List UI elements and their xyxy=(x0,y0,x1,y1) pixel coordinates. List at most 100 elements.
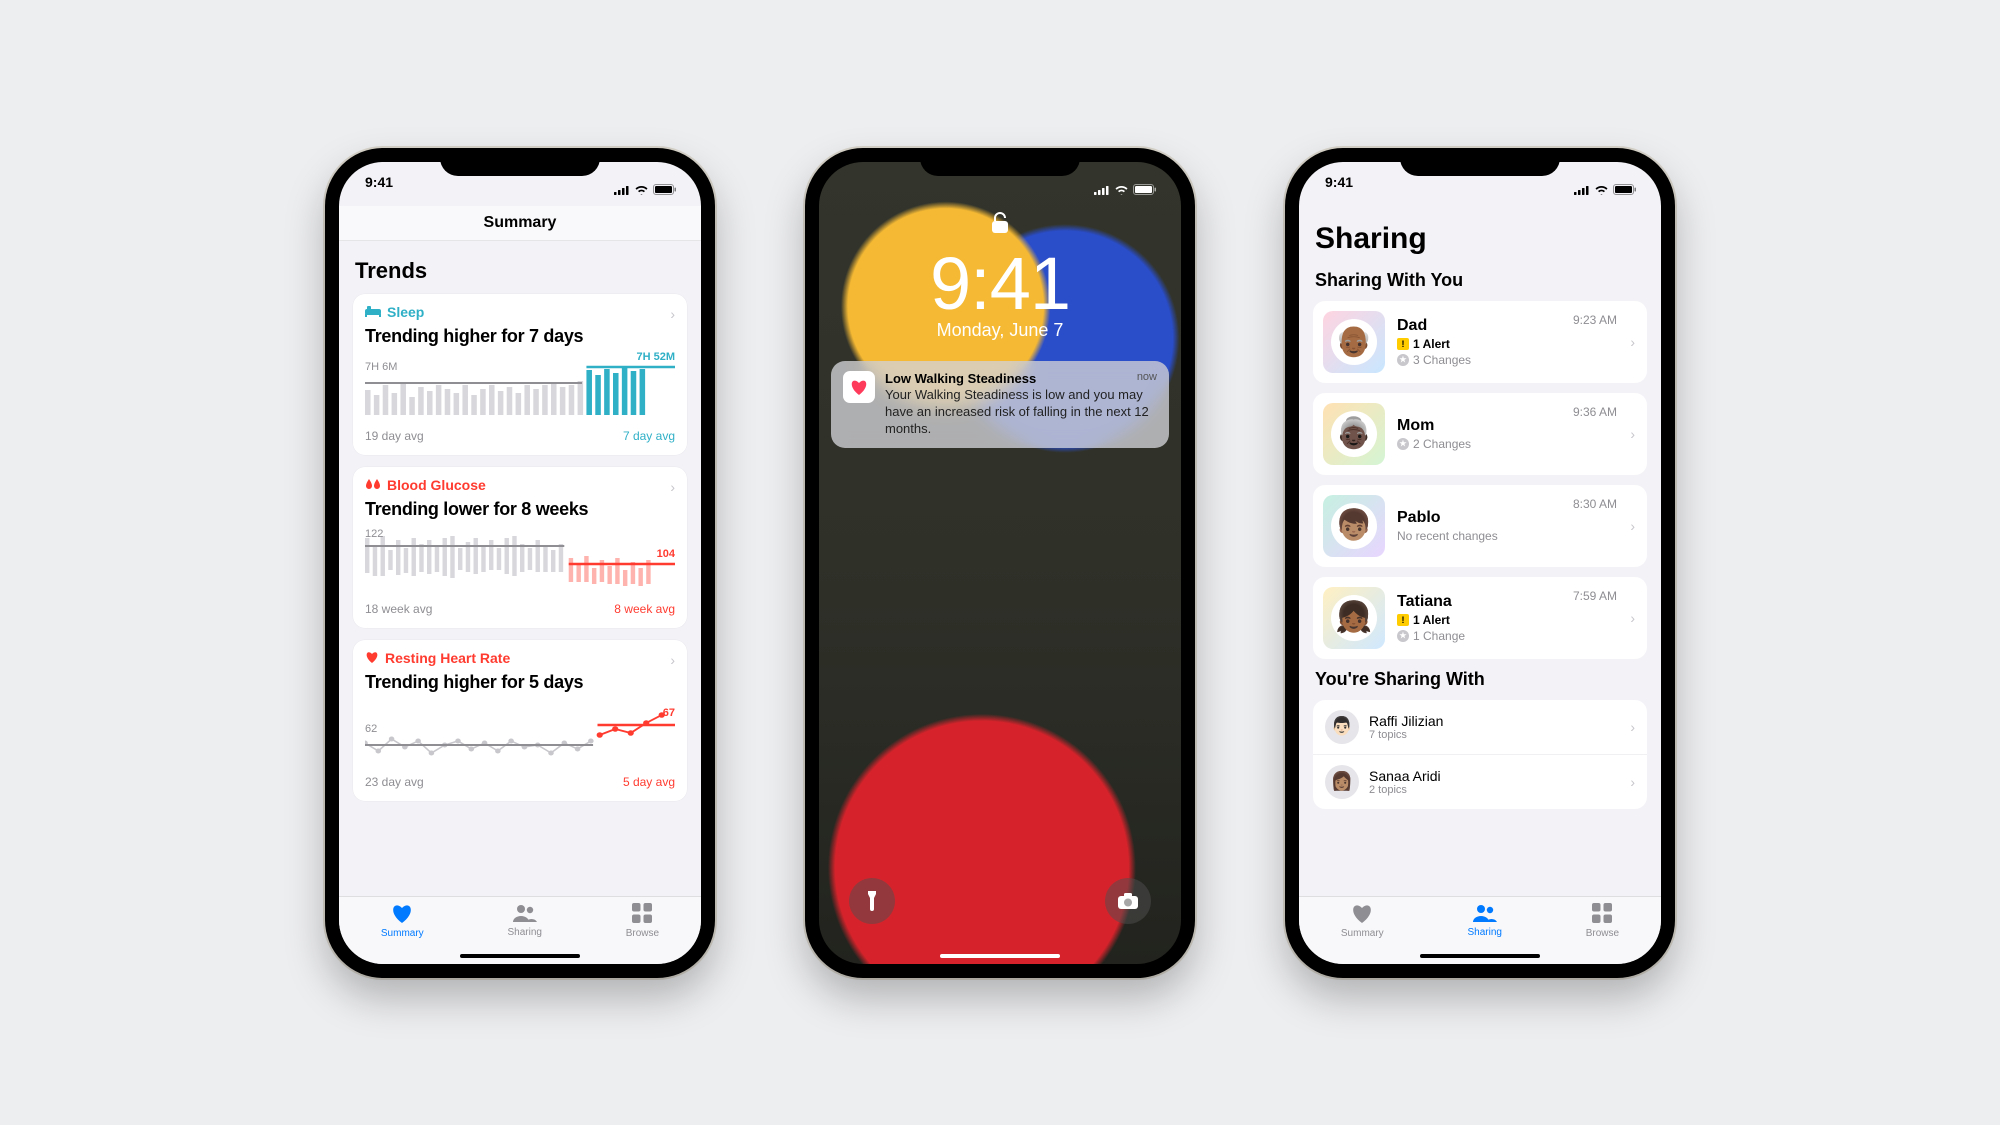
people-icon xyxy=(1472,904,1498,925)
right-avg-label: 7 day avg xyxy=(623,429,675,443)
person-info: Raffi Jilizian 7 topics xyxy=(1369,713,1443,741)
left-value: 122 xyxy=(365,528,383,540)
person-info: Tatiana !1 Alert★1 Change xyxy=(1397,593,1465,643)
person-time: 7:59 AM xyxy=(1573,589,1617,603)
chevron-right-icon: › xyxy=(1630,426,1635,442)
chevron-right-icon: › xyxy=(1630,334,1635,350)
wifi-icon xyxy=(1114,182,1129,198)
lock-date: Monday, June 7 xyxy=(819,320,1181,341)
blood-glucose-icon xyxy=(365,477,381,493)
status-indicators xyxy=(1574,174,1637,206)
notification-card[interactable]: Low Walking Steadiness Your Walking Stea… xyxy=(831,361,1169,449)
tab-label: Summary xyxy=(381,928,424,939)
health-app-icon xyxy=(843,371,875,403)
wifi-icon xyxy=(634,182,649,198)
summary-content: Trends Sleep › Trending higher for 7 day… xyxy=(339,242,701,896)
person-info: Mom ★2 Changes xyxy=(1397,417,1471,451)
glucose-chart: 122 104 xyxy=(365,528,675,598)
person-info: Sanaa Aridi 2 topics xyxy=(1369,768,1441,796)
tab-label: Summary xyxy=(1341,928,1384,939)
left-avg-label: 19 day avg xyxy=(365,429,424,443)
heart-fill-icon xyxy=(1351,903,1373,926)
grid-icon xyxy=(632,903,652,926)
tab-sharing[interactable]: Sharing xyxy=(507,904,541,938)
avatar: 👧🏾 xyxy=(1323,587,1385,649)
camera-button[interactable] xyxy=(1105,878,1151,924)
cellular-icon xyxy=(614,182,630,198)
person-name: Mom xyxy=(1397,417,1471,435)
cellular-icon xyxy=(1094,182,1110,198)
person-info: Dad !1 Alert★3 Changes xyxy=(1397,317,1471,367)
sharing-content: Sharing Sharing With You 👴🏾 Dad !1 Alert… xyxy=(1299,206,1661,896)
wifi-icon xyxy=(1594,182,1609,198)
notch xyxy=(1400,148,1560,176)
trend-card-sleep[interactable]: Sleep › Trending higher for 7 days 7H 6M… xyxy=(353,294,687,455)
alert-icon: ! xyxy=(1397,338,1409,350)
avatar: 👵🏿 xyxy=(1323,403,1385,465)
tab-sharing[interactable]: Sharing xyxy=(1467,904,1501,938)
grid-icon xyxy=(1592,903,1612,926)
heart-chart: 62 67 xyxy=(365,701,675,771)
sharing-person-card[interactable]: 👴🏾 Dad !1 Alert★3 Changes 9:23 AM › xyxy=(1313,301,1647,383)
page-title: Sharing xyxy=(1315,222,1647,256)
avatar: 👨🏻 xyxy=(1325,710,1359,744)
status-time: 9:41 xyxy=(365,174,393,206)
person-name: Dad xyxy=(1397,317,1471,335)
home-indicator[interactable] xyxy=(1420,954,1540,958)
notification-body: Low Walking Steadiness Your Walking Stea… xyxy=(885,371,1157,439)
right-avg-label: 8 week avg xyxy=(614,602,675,616)
status-indicators xyxy=(614,174,677,206)
flashlight-button[interactable] xyxy=(849,878,895,924)
sharing-person-card[interactable]: 👵🏿 Mom ★2 Changes 9:36 AM › xyxy=(1313,393,1647,475)
left-value: 62 xyxy=(365,723,377,735)
person-info: Pablo No recent changes xyxy=(1397,509,1498,543)
section-youre-sharing-with: You're Sharing With xyxy=(1315,669,1647,690)
trend-title: Trending higher for 5 days xyxy=(365,672,675,693)
phone-lockscreen: 9:41 Monday, June 7 Low Walking Steadine… xyxy=(805,148,1195,978)
avatar: 👴🏾 xyxy=(1323,311,1385,373)
phone-sharing: 9:41 Sharing Sharing With You 👴🏾 Dad !1 … xyxy=(1285,148,1675,978)
sleep-icon xyxy=(365,304,381,320)
tab-summary[interactable]: Summary xyxy=(381,903,424,939)
status-time: 9:41 xyxy=(1325,174,1353,206)
battery-icon xyxy=(1613,182,1637,198)
heart-icon xyxy=(365,650,379,666)
person-name: Sanaa Aridi xyxy=(1369,768,1441,784)
sleep-chart: 7H 6M 7H 52M xyxy=(365,355,675,425)
tab-summary[interactable]: Summary xyxy=(1341,903,1384,939)
tab-browse[interactable]: Browse xyxy=(626,903,659,939)
outgoing-row[interactable]: 👩🏽 Sanaa Aridi 2 topics › xyxy=(1313,755,1647,809)
left-value: 7H 6M xyxy=(365,361,397,373)
person-name: Raffi Jilizian xyxy=(1369,713,1443,729)
avatar: 👦🏽 xyxy=(1323,495,1385,557)
right-value: 7H 52M xyxy=(636,351,675,363)
screen-sharing: 9:41 Sharing Sharing With You 👴🏾 Dad !1 … xyxy=(1299,162,1661,964)
change-icon: ★ xyxy=(1397,354,1409,366)
chevron-right-icon: › xyxy=(1630,774,1635,790)
home-indicator[interactable] xyxy=(940,954,1060,958)
notification-title: Low Walking Steadiness xyxy=(885,371,1157,388)
notch xyxy=(920,148,1080,176)
tab-browse[interactable]: Browse xyxy=(1586,903,1619,939)
outgoing-row[interactable]: 👨🏻 Raffi Jilizian 7 topics › xyxy=(1313,700,1647,755)
status-indicators xyxy=(1094,174,1157,206)
notch xyxy=(440,148,600,176)
sharing-person-card[interactable]: 👦🏽 Pablo No recent changes 8:30 AM › xyxy=(1313,485,1647,567)
right-value: 67 xyxy=(663,707,675,719)
unlock-icon xyxy=(819,212,1181,239)
lockscreen-buttons xyxy=(819,878,1181,924)
battery-icon xyxy=(653,182,677,198)
header-title: Summary xyxy=(339,206,701,241)
trend-card-heart[interactable]: Resting Heart Rate › Trending higher for… xyxy=(353,640,687,801)
home-indicator[interactable] xyxy=(460,954,580,958)
people-icon xyxy=(512,904,538,925)
notification-time: now xyxy=(1137,371,1157,383)
chevron-right-icon: › xyxy=(1630,518,1635,534)
person-sub: 7 topics xyxy=(1369,729,1443,741)
notification-text: Your Walking Steadiness is low and you m… xyxy=(885,387,1157,438)
right-avg-label: 5 day avg xyxy=(623,775,675,789)
chevron-right-icon: › xyxy=(1630,719,1635,735)
trend-label: Resting Heart Rate xyxy=(385,650,510,666)
sharing-person-card[interactable]: 👧🏾 Tatiana !1 Alert★1 Change 7:59 AM › xyxy=(1313,577,1647,659)
trend-card-glucose[interactable]: Blood Glucose › Trending lower for 8 wee… xyxy=(353,467,687,628)
